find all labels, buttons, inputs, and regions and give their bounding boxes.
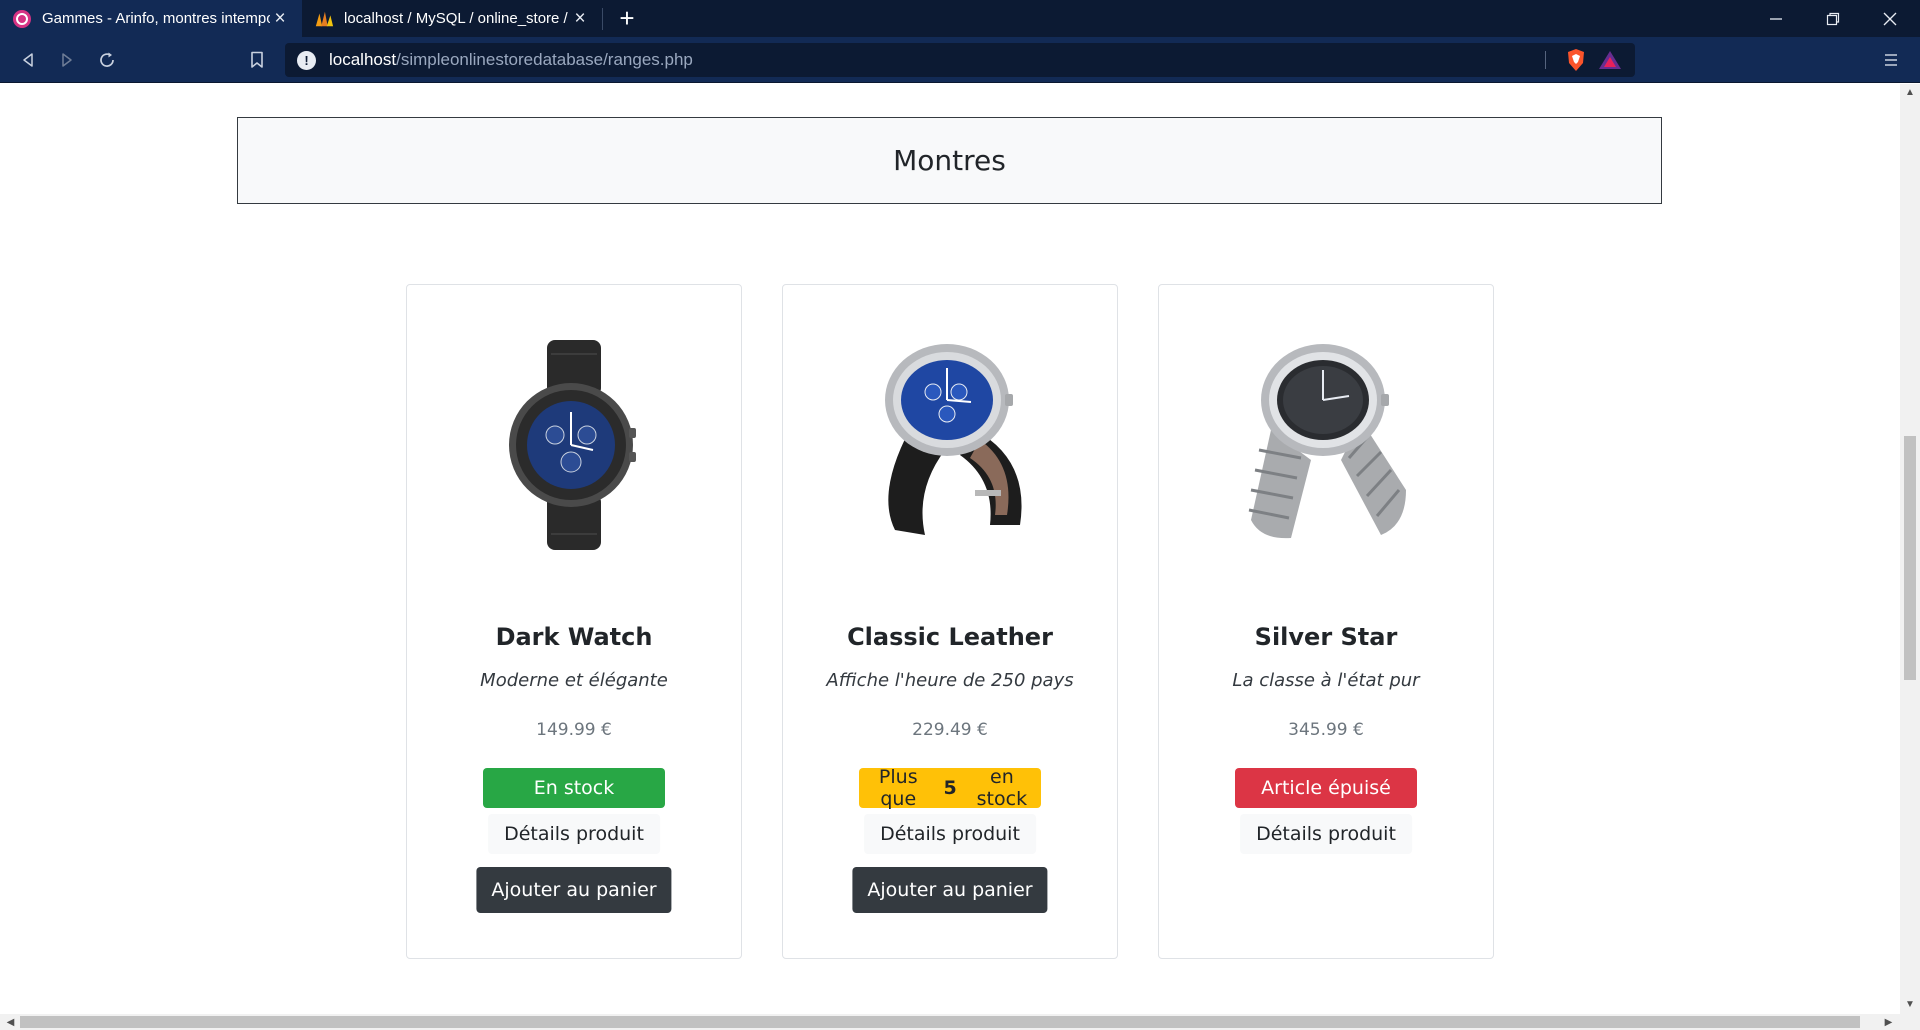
address-bar[interactable]: ! localhost/simpleonlinestoredatabase/ra… [285,43,1635,77]
browser-menu-button[interactable] [1876,46,1906,74]
low-stock-suffix: en stock [976,766,1028,810]
product-price: 345.99 € [1288,720,1364,740]
stock-badge-out-of-stock: Article épuisé [1235,768,1417,808]
low-stock-count: 5 [943,777,957,799]
product-card-silver-star: Silver Star La classe à l'état pur 345.9… [1158,284,1494,959]
product-price: 229.49 € [912,720,988,740]
page-viewport: Montres Dark Watch Moderne et élégante 1… [0,84,1900,1014]
stock-badge-in-stock: En stock [483,768,665,808]
back-icon [23,53,33,67]
product-image[interactable] [407,325,741,565]
bookmark-button[interactable] [242,46,272,74]
minimize-button[interactable] [1748,0,1804,37]
tab-divider [602,8,603,30]
product-image[interactable] [783,325,1117,565]
product-description: Moderne et élégante [480,670,668,691]
brave-rewards-icon[interactable] [1598,50,1622,75]
dark-watch-image [509,340,636,550]
forward-icon [62,53,72,67]
scroll-right-arrow-icon[interactable]: ▶ [1880,1014,1897,1030]
site-info-icon[interactable]: ! [297,50,316,70]
reload-button[interactable] [92,46,122,74]
tab-close-icon[interactable]: × [270,8,290,30]
tab-close-icon[interactable]: × [570,8,590,30]
url-host: localhost [329,50,397,69]
site-favicon-icon [12,9,32,29]
bookmark-icon [251,51,263,68]
product-description: La classe à l'état pur [1232,670,1420,691]
product-card-classic-leather: Classic Leather Affiche l'heure de 250 p… [782,284,1118,959]
tab-inactive[interactable]: localhost / MySQL / online_store / range… [302,0,602,37]
range-header: Montres [237,117,1662,204]
hamburger-icon [1885,54,1897,66]
reload-icon [100,52,114,67]
forward-button[interactable] [52,46,82,74]
tab-active[interactable]: Gammes - Arinfo, montres intemporelles × [0,0,302,37]
product-name: Dark Watch [495,623,653,651]
product-price: 149.99 € [536,720,612,740]
brave-shields-icon[interactable] [1565,48,1587,77]
new-tab-button[interactable]: + [612,0,642,37]
low-stock-prefix: Plus que [878,766,918,810]
product-details-button[interactable]: Détails produit [1240,814,1412,854]
phpmyadmin-favicon-icon [314,9,334,29]
close-window-button[interactable] [1862,0,1918,37]
vertical-scrollbar[interactable]: ▲ ▼ [1900,84,1920,1014]
navigation-bar: ! localhost/simpleonlinestoredatabase/ra… [0,37,1920,83]
scroll-down-arrow-icon[interactable]: ▼ [1900,996,1920,1013]
scroll-left-arrow-icon[interactable]: ◀ [2,1014,19,1030]
add-to-cart-button[interactable]: Ajouter au panier [852,867,1048,913]
classic-leather-watch-image [885,344,1022,535]
silver-star-watch-image [1248,344,1406,539]
tab-title: localhost / MySQL / online_store / range… [344,10,570,27]
restore-button[interactable] [1805,0,1861,37]
product-details-button[interactable]: Détails produit [864,814,1036,854]
product-details-button[interactable]: Détails produit [488,814,660,854]
product-description: Affiche l'heure de 250 pays [826,670,1074,691]
product-card-dark-watch: Dark Watch Moderne et élégante 149.99 € … [406,284,742,959]
range-title: Montres [893,144,1006,177]
product-name: Silver Star [1254,623,1398,651]
tab-bar: Gammes - Arinfo, montres intemporelles ×… [0,0,1920,37]
add-to-cart-button[interactable]: Ajouter au panier [476,867,672,913]
back-button[interactable] [13,46,43,74]
product-name: Classic Leather [847,623,1053,651]
url-divider [1545,51,1546,69]
scroll-up-arrow-icon[interactable]: ▲ [1900,84,1920,101]
stock-badge-low-stock: Plus que 5 en stock [859,766,1041,810]
url-path: /simpleonlinestoredatabase/ranges.php [396,50,693,69]
tab-title: Gammes - Arinfo, montres intemporelles [42,10,270,27]
vertical-scroll-thumb[interactable] [1904,436,1916,680]
horizontal-scroll-thumb[interactable] [20,1016,1860,1028]
horizontal-scrollbar[interactable]: ◀ ▶ [0,1014,1920,1030]
product-image[interactable] [1159,325,1493,565]
